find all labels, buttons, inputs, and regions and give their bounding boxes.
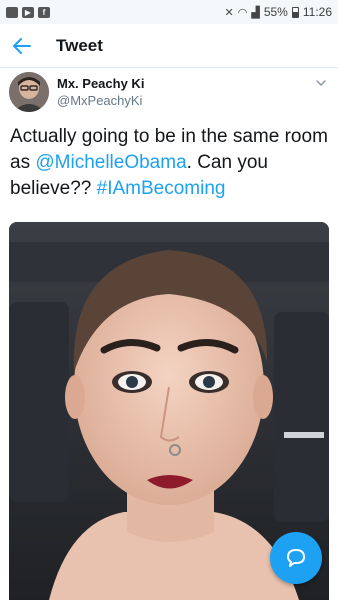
chevron-down-icon (316, 80, 326, 87)
tweet-options-button[interactable] (314, 76, 328, 90)
page-title: Tweet (56, 35, 103, 55)
app-bar: Tweet (0, 24, 338, 68)
arrow-left-icon (13, 37, 31, 54)
tweet-text: Actually going to be in the same room as… (10, 124, 330, 202)
clock: 11:26 (302, 5, 332, 19)
notification-icons: ▶ f (6, 6, 50, 18)
display-name[interactable]: Mx. Peachy Ki (57, 76, 144, 91)
system-icons: ✕ ◠ ▟ 55% 11:26 (225, 5, 332, 19)
reply-fab[interactable] (270, 532, 322, 584)
tweet-header: Mx. Peachy Ki @MxPeachyKi (0, 70, 338, 114)
battery-percent: 55% (263, 5, 288, 19)
compose-reply-icon (287, 549, 305, 567)
avatar[interactable] (9, 72, 49, 112)
back-button[interactable] (0, 24, 44, 68)
signal-icon: ▟ (251, 6, 260, 19)
status-bar: ▶ f ✕ ◠ ▟ 55% 11:26 (0, 0, 338, 24)
mute-icon: ✕ (224, 6, 234, 19)
gallery-icon (6, 6, 18, 18)
hashtag-link[interactable]: #IAmBecoming (97, 178, 226, 199)
battery-icon (291, 6, 299, 18)
youtube-icon: ▶ (22, 6, 34, 18)
facebook-icon: f (38, 6, 50, 18)
wifi-icon: ◠ (237, 6, 248, 19)
user-handle[interactable]: @MxPeachyKi (57, 93, 142, 108)
mention-link[interactable]: @MichelleObama (35, 152, 186, 173)
